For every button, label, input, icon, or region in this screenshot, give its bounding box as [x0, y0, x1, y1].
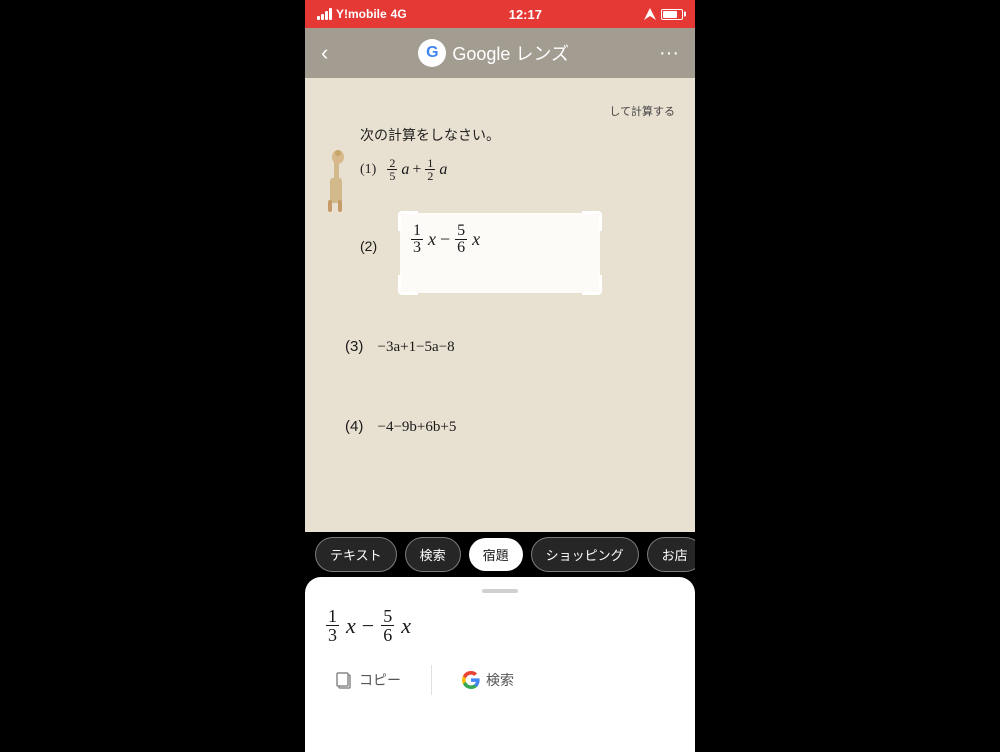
result-var1: x: [346, 613, 356, 639]
problem4-expr: −4−9b+6b+5: [378, 419, 457, 435]
lens-title-text: Google レンズ: [452, 40, 569, 66]
corner-br: [582, 275, 602, 295]
problem3-num: (3): [345, 338, 363, 355]
network-label: 4G: [391, 7, 407, 21]
copy-icon: [335, 671, 353, 689]
tab-homework[interactable]: 宿題: [469, 538, 523, 571]
time-label: 12:17: [509, 7, 542, 22]
copy-label: コピー: [359, 670, 401, 690]
tab-search[interactable]: 検索: [405, 537, 461, 572]
result-var2: x: [401, 613, 411, 639]
problem2-num: (2): [360, 238, 377, 254]
tab-text[interactable]: テキスト: [315, 537, 397, 572]
problem4-num: (4): [345, 418, 363, 435]
google-icon: [462, 671, 480, 689]
phone-container: Y!mobile 4G 12:17 ‹ G Google レンズ ··· して計…: [305, 0, 695, 752]
search-label: 検索: [486, 670, 514, 690]
calc-instruction-text: して計算する: [360, 103, 675, 119]
action-divider: [431, 665, 432, 695]
lens-title: G Google レンズ: [418, 39, 569, 67]
result-actions: コピー 検索: [325, 664, 675, 696]
panel-handle: [482, 589, 518, 593]
problem3-area: (3) −3a+1−5a−8: [345, 338, 455, 356]
result-denominator1: 3: [326, 626, 339, 644]
battery-icon: [661, 9, 683, 20]
result-numerator2: 5: [381, 607, 394, 626]
next-calc-instruction: 次の計算をしなさい。: [360, 125, 675, 145]
problem1-expr: 25 a + 12 a: [386, 157, 447, 182]
problem3-expr: −3a+1−5a−8: [378, 339, 455, 355]
carrier-label: Y!mobile: [336, 7, 387, 21]
corner-bl: [398, 275, 418, 295]
corner-tr: [582, 211, 602, 231]
tab-bar: テキスト 検索 宿題 ショッピング お店: [305, 532, 695, 577]
tab-store[interactable]: お店: [647, 537, 695, 572]
camera-view: して計算する 次の計算をしなさい。 (1) 25 a + 12 a: [305, 28, 695, 532]
back-button[interactable]: ‹: [321, 40, 328, 66]
google-search-button[interactable]: 検索: [452, 664, 524, 696]
decorative-figure: [320, 148, 355, 218]
tab-shopping[interactable]: ショッピング: [531, 537, 639, 572]
status-bar: Y!mobile 4G 12:17: [305, 0, 695, 28]
result-numerator1: 1: [326, 607, 339, 626]
lens-header: ‹ G Google レンズ ···: [305, 28, 695, 78]
result-math-display: 1 3 x − 5 6 x: [325, 607, 675, 644]
problem1-num: (1): [360, 162, 376, 178]
google-logo: G: [418, 39, 446, 67]
status-left: Y!mobile 4G: [317, 7, 407, 21]
result-denominator2: 6: [381, 626, 394, 644]
problem4-area: (4) −4−9b+6b+5: [345, 418, 456, 436]
result-minus: −: [362, 613, 374, 639]
problem-area-top: して計算する 次の計算をしなさい。 (1) 25 a + 12 a: [360, 103, 675, 182]
status-right: [644, 8, 683, 20]
result-panel: 1 3 x − 5 6 x コピー: [305, 577, 695, 752]
copy-button[interactable]: コピー: [325, 664, 411, 696]
location-icon: [644, 8, 656, 20]
more-button[interactable]: ···: [659, 42, 679, 65]
scan-math-expr: 13 x − 56 x: [410, 223, 480, 256]
signal-bars-icon: [317, 8, 332, 20]
